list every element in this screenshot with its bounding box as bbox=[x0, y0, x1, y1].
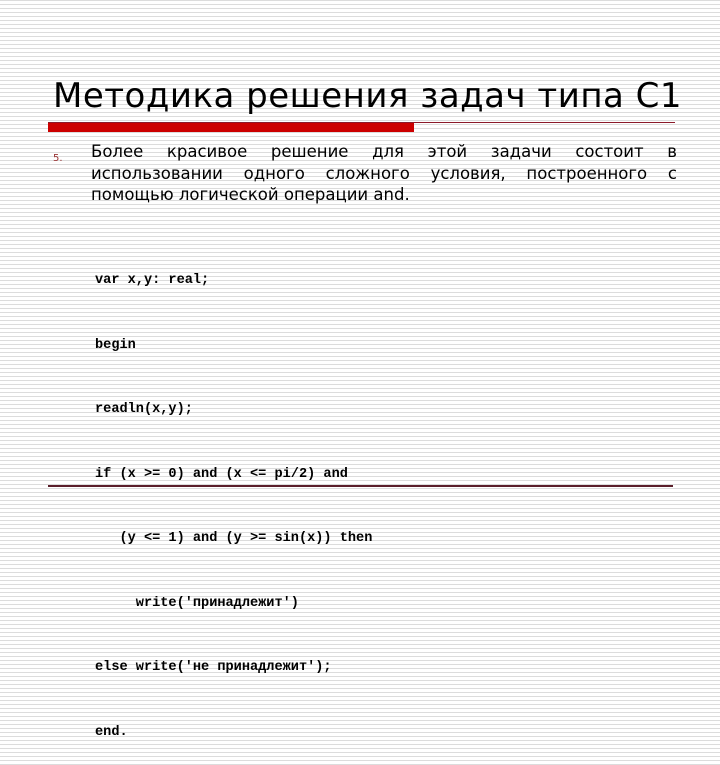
title-accent-bar bbox=[48, 123, 414, 132]
code-line: begin bbox=[95, 337, 136, 353]
code-line: if (x >= 0) and (x <= pi/2) and bbox=[95, 466, 348, 482]
footer-divider bbox=[48, 485, 673, 487]
code-line: write('принадлежит') bbox=[95, 595, 299, 611]
code-line: readln(x,y); bbox=[95, 402, 193, 417]
code-line: else write('не принадлежит'); bbox=[95, 660, 332, 675]
slide-title: Методика решения задач типа С1 bbox=[53, 76, 683, 116]
code-line: end. bbox=[95, 724, 128, 740]
code-line: (y <= 1) and (y >= sin(x)) then bbox=[95, 531, 373, 546]
list-marker: 5. bbox=[53, 153, 63, 164]
code-line: var x,y: real; bbox=[95, 273, 210, 288]
list-item-text: Более красивое решение для этой задачи с… bbox=[91, 142, 677, 204]
code-block: var x,y: real; begin readln(x,y); if (x … bbox=[95, 227, 372, 765]
